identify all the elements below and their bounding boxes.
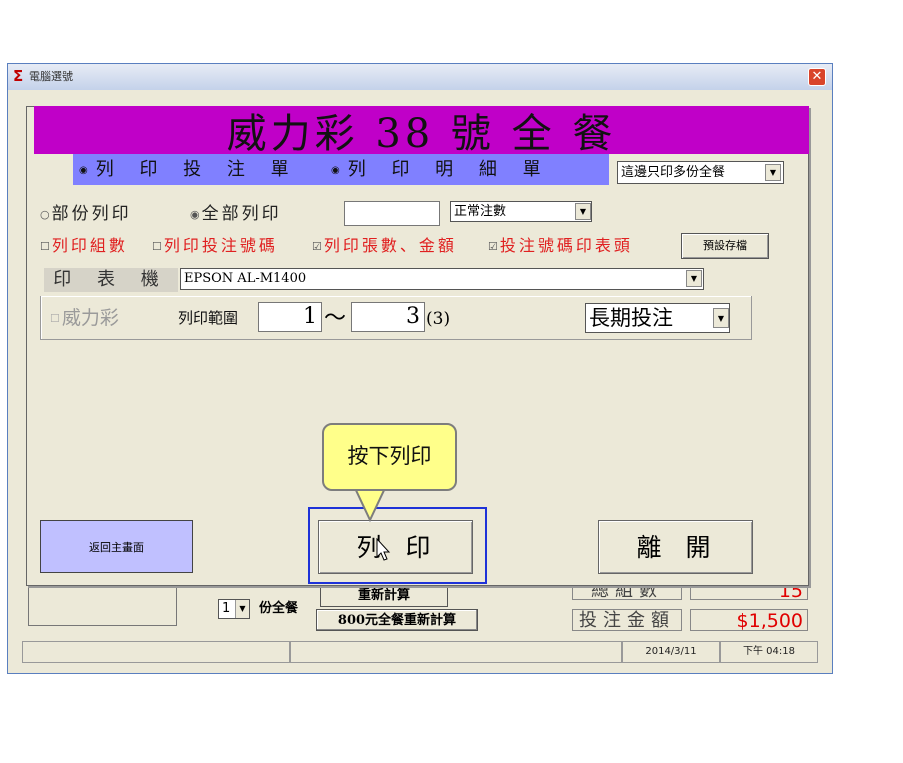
radio-print-partial[interactable]: ○ 部份列印 bbox=[40, 203, 132, 226]
close-button[interactable]: ✕ bbox=[808, 68, 826, 86]
callout-tooltip: 按下列印 bbox=[322, 423, 457, 491]
status-panel bbox=[290, 641, 622, 663]
checkbox-checked-icon: ☑ bbox=[312, 239, 322, 253]
quantity-select[interactable]: 1 ▼ bbox=[218, 599, 250, 619]
leave-button[interactable]: 離開 bbox=[598, 520, 753, 574]
option-print-sheets-amount[interactable]: ☑ 列印張數、金額 bbox=[312, 235, 457, 258]
status-date: 2014/3/11 bbox=[622, 641, 720, 663]
total-amount-value: $1,500 bbox=[690, 609, 808, 632]
checkbox-unchecked-icon: ☐ bbox=[152, 239, 162, 253]
back-to-main-button[interactable]: 返回主畫面 bbox=[40, 520, 193, 573]
title-bar[interactable]: Σ 電腦選號 ✕ bbox=[8, 64, 832, 90]
tab-print-slip[interactable]: ◉ 列 印 投 注 單 bbox=[79, 154, 299, 185]
option-numbers-header-label: 投注號碼印表頭 bbox=[499, 236, 633, 255]
count-mode-select[interactable]: 正常注數 ▼ bbox=[450, 201, 592, 222]
tab-print-detail-label: 列 印 明 細 單 bbox=[347, 159, 551, 180]
save-preset-button[interactable]: 預設存檔 bbox=[681, 233, 769, 259]
option-numbers-header[interactable]: ☑ 投注號碼印表頭 bbox=[488, 235, 633, 258]
status-bar: 2014/3/11 下午 04:18 bbox=[22, 641, 818, 663]
tab-print-slip-label: 列 印 投 注 單 bbox=[95, 159, 299, 180]
chevron-down-icon[interactable]: ▼ bbox=[713, 308, 729, 328]
total-groups-value: 15 bbox=[690, 582, 808, 601]
count-mode-value: 正常注數 bbox=[454, 204, 507, 219]
checkbox-checked-icon: ☑ bbox=[488, 239, 498, 253]
radio-print-partial-label: 部份列印 bbox=[51, 204, 132, 224]
app-icon: Σ bbox=[13, 67, 24, 85]
radio-unselected-icon: ◉ bbox=[331, 164, 340, 176]
recalculate-800-button[interactable]: 800元全餐重新計算 bbox=[316, 609, 478, 631]
printer-select-value: EPSON AL-M1400 bbox=[184, 271, 307, 286]
range-separator: ～ bbox=[324, 306, 347, 331]
printer-label: 印 表 機 bbox=[44, 268, 178, 292]
total-amount-label: 投注金額 bbox=[572, 609, 682, 631]
status-time: 下午 04:18 bbox=[720, 641, 818, 663]
radio-unselected-icon: ○ bbox=[40, 207, 50, 221]
count-input[interactable] bbox=[344, 201, 440, 226]
range-count: (3) bbox=[426, 309, 451, 329]
chevron-down-icon[interactable]: ▼ bbox=[575, 203, 591, 220]
window-title: 電腦選號 bbox=[29, 70, 73, 83]
radio-print-all-label: 全部列印 bbox=[201, 204, 282, 224]
callout-tail bbox=[352, 486, 388, 522]
print-range-label: 列印範圍 bbox=[178, 309, 239, 327]
radio-selected-icon: ◉ bbox=[190, 207, 200, 221]
option-print-numbers[interactable]: ☐ 列印投注號碼 bbox=[152, 235, 278, 258]
option-print-groups-label: 列印組數 bbox=[51, 236, 128, 255]
term-select[interactable]: 長期投注 ▼ bbox=[585, 303, 730, 333]
option-print-groups[interactable]: ☐ 列印組數 bbox=[40, 235, 128, 258]
term-select-value: 長期投注 bbox=[589, 306, 673, 330]
recalculate-button[interactable]: 重新計算 bbox=[320, 586, 448, 607]
chevron-down-icon[interactable]: ▼ bbox=[686, 270, 702, 287]
banner: 威力彩 38 號 全 餐 bbox=[34, 106, 809, 154]
game-checkbox[interactable]: ☐ 威力彩 bbox=[50, 307, 119, 330]
close-icon: ✕ bbox=[811, 69, 823, 84]
option-print-numbers-label: 列印投注號碼 bbox=[163, 236, 278, 255]
checkbox-unchecked-icon: ☐ bbox=[50, 312, 60, 325]
checkbox-unchecked-icon: ☐ bbox=[40, 239, 50, 253]
radio-print-all[interactable]: ◉ 全部列印 bbox=[190, 203, 282, 226]
status-panel bbox=[22, 641, 290, 663]
range-from-input[interactable]: 1 bbox=[258, 302, 322, 332]
mouse-cursor-icon bbox=[376, 538, 391, 561]
tab-bar: ◉ 列 印 投 注 單 ◉ 列 印 明 細 單 bbox=[73, 154, 609, 185]
chevron-down-icon[interactable]: ▼ bbox=[765, 164, 781, 181]
copies-select-value: 這邊只印多份全餐 bbox=[621, 165, 726, 180]
game-checkbox-label: 威力彩 bbox=[61, 307, 119, 329]
tab-print-detail[interactable]: ◉ 列 印 明 細 單 bbox=[331, 154, 551, 185]
chevron-down-icon[interactable]: ▼ bbox=[235, 600, 249, 618]
quantity-unit-label: 份全餐 bbox=[259, 601, 299, 616]
printer-select[interactable]: EPSON AL-M1400 ▼ bbox=[180, 268, 704, 290]
banner-title: 威力彩 38 號 全 餐 bbox=[226, 111, 617, 154]
radio-selected-icon: ◉ bbox=[79, 164, 88, 176]
total-groups-label: 總組數 bbox=[572, 582, 682, 600]
range-to-input[interactable]: 3 bbox=[351, 302, 425, 332]
quantity-value: 1 bbox=[222, 601, 231, 616]
option-print-sheets-amount-label: 列印張數、金額 bbox=[323, 236, 457, 255]
copies-select[interactable]: 這邊只印多份全餐 ▼ bbox=[617, 161, 784, 184]
